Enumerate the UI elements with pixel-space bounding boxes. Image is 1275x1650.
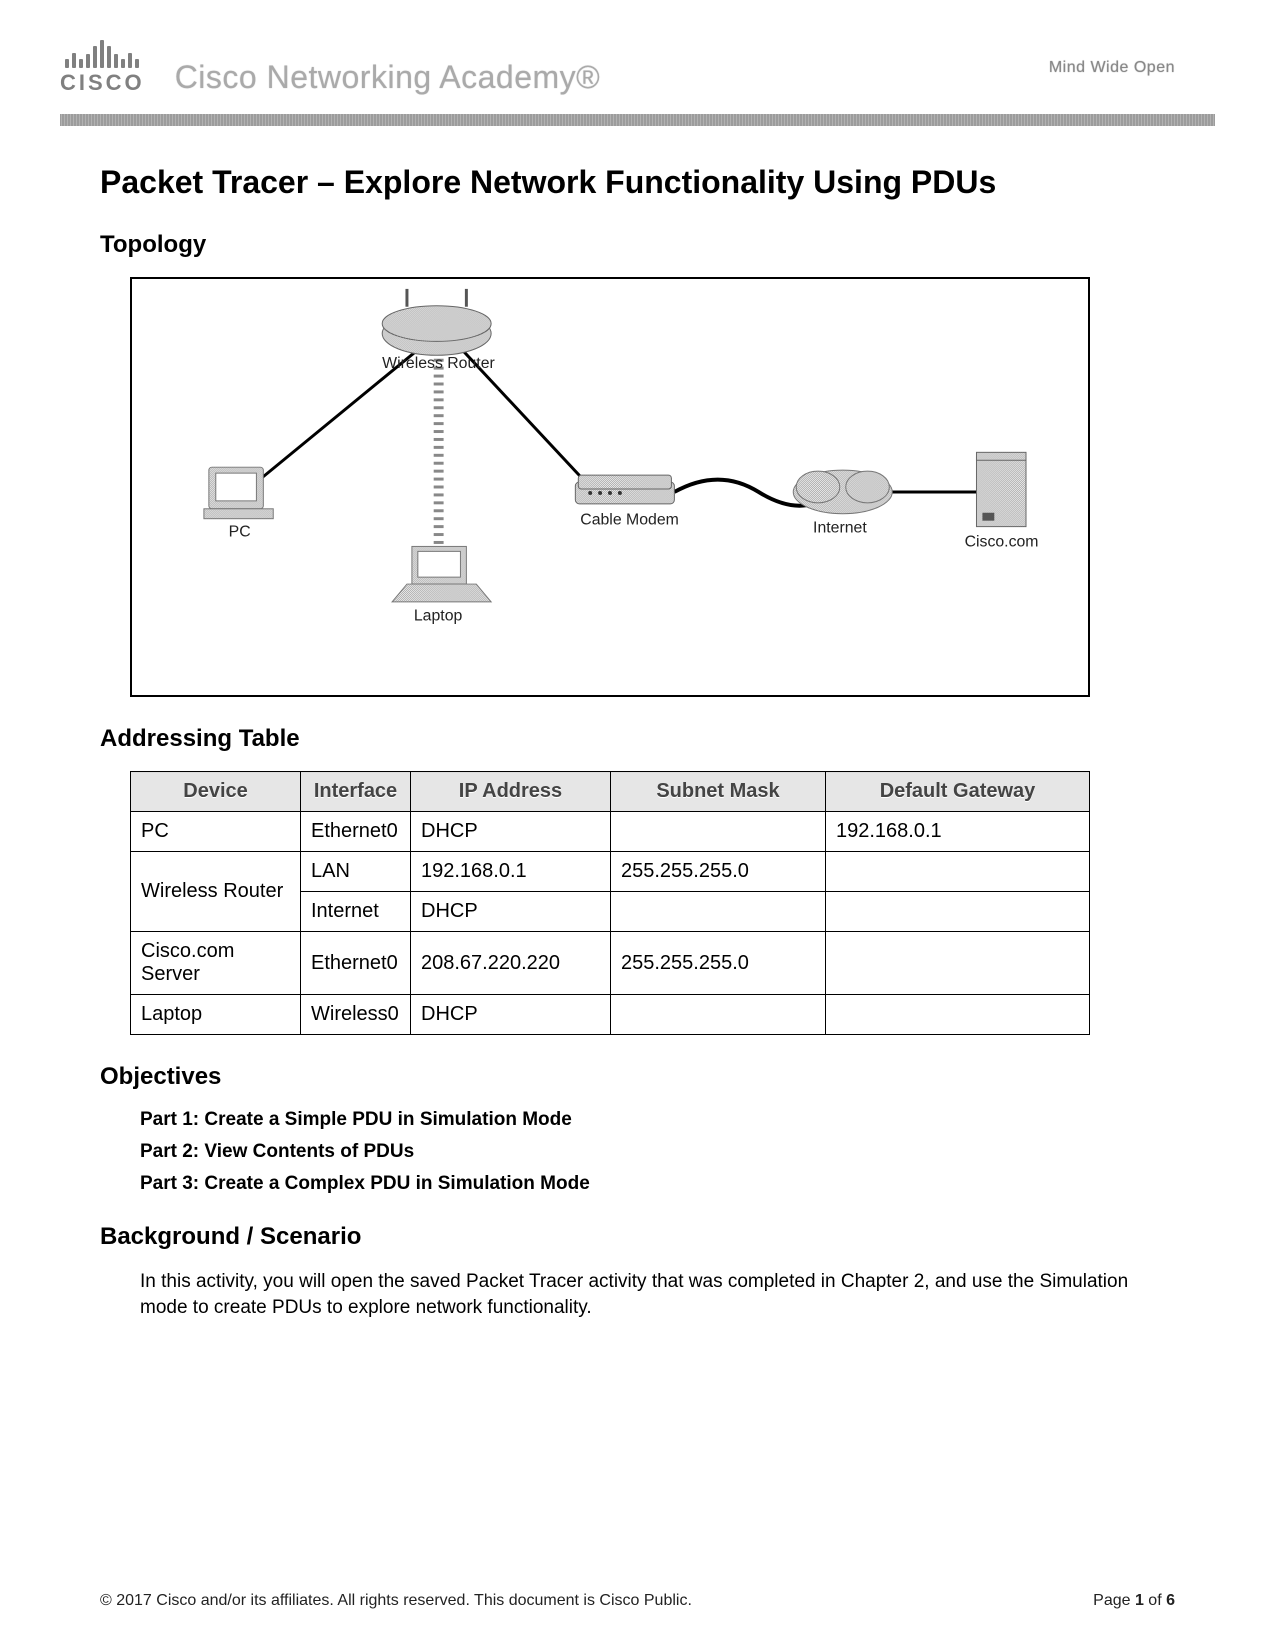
table-row: PC Ethernet0 DHCP 192.168.0.1 (131, 812, 1090, 852)
background-text: In this activity, you will open the save… (140, 1269, 1175, 1320)
cell-device: PC (131, 812, 301, 852)
objective-item: Part 1: Create a Simple PDU in Simulatio… (140, 1109, 1175, 1131)
modem-label: Cable Modem (580, 512, 679, 529)
cell-mask: 255.255.255.0 (611, 852, 826, 892)
cell-ip: 192.168.0.1 (411, 852, 611, 892)
page-number: Page 1 of 6 (1093, 1592, 1175, 1610)
cell-device: Cisco.com Server (131, 932, 301, 995)
cell-gw (826, 852, 1090, 892)
header-divider (60, 114, 1215, 126)
cell-gw (826, 892, 1090, 932)
cell-ip: 208.67.220.220 (411, 932, 611, 995)
page-header: CISCO Cisco Networking Academy® Mind Wid… (0, 0, 1275, 106)
cell-iface: Ethernet0 (301, 812, 411, 852)
cell-mask (611, 812, 826, 852)
laptop-label: Laptop (414, 608, 463, 625)
table-row: Wireless Router LAN 192.168.0.1 255.255.… (131, 852, 1090, 892)
cell-mask (611, 995, 826, 1035)
cell-iface: LAN (301, 852, 411, 892)
col-ip: IP Address (411, 772, 611, 812)
cell-mask: 255.255.255.0 (611, 932, 826, 995)
section-topology: Topology (100, 231, 1175, 259)
col-mask: Subnet Mask (611, 772, 826, 812)
addressing-table: Device Interface IP Address Subnet Mask … (130, 771, 1090, 1035)
pc-icon: PC (204, 467, 273, 540)
tagline: Mind Wide Open (1049, 59, 1175, 77)
laptop-icon: Laptop (392, 546, 491, 624)
cell-iface: Ethernet0 (301, 932, 411, 995)
header-left: CISCO Cisco Networking Academy® (60, 40, 600, 96)
internet-label: Internet (813, 520, 867, 537)
topology-svg: Wireless Router PC Laptop (132, 279, 1088, 695)
cell-ip: DHCP (411, 995, 611, 1035)
cisco-logo-text: CISCO (60, 70, 145, 96)
cell-ip: DHCP (411, 892, 611, 932)
cell-mask (611, 892, 826, 932)
router-icon: Wireless Router (382, 289, 495, 372)
cell-ip: DHCP (411, 812, 611, 852)
page-footer: © 2017 Cisco and/or its affiliates. All … (0, 1592, 1275, 1610)
section-background: Background / Scenario (100, 1223, 1175, 1251)
pc-label: PC (229, 524, 251, 541)
table-row: Laptop Wireless0 DHCP (131, 995, 1090, 1035)
cisco-logo-bars-icon (65, 40, 139, 68)
cell-iface: Wireless0 (301, 995, 411, 1035)
cell-device: Wireless Router (131, 852, 301, 932)
col-gateway: Default Gateway (826, 772, 1090, 812)
cell-gw (826, 995, 1090, 1035)
academy-title: Cisco Networking Academy® (175, 59, 601, 96)
modem-icon: Cable Modem (575, 475, 678, 529)
content: Packet Tracer – Explore Network Function… (0, 126, 1275, 1320)
section-objectives: Objectives (100, 1063, 1175, 1091)
cell-gw (826, 932, 1090, 995)
router-label: Wireless Router (382, 355, 495, 372)
page-title: Packet Tracer – Explore Network Function… (100, 164, 1175, 201)
objectives-list: Part 1: Create a Simple PDU in Simulatio… (140, 1109, 1175, 1195)
cell-device: Laptop (131, 995, 301, 1035)
copyright: © 2017 Cisco and/or its affiliates. All … (100, 1592, 692, 1610)
col-interface: Interface (301, 772, 411, 812)
cisco-logo: CISCO (60, 40, 145, 96)
cell-iface: Internet (301, 892, 411, 932)
server-icon: Cisco.com (965, 452, 1039, 550)
internet-icon: Internet (793, 470, 892, 536)
table-row: Cisco.com Server Ethernet0 208.67.220.22… (131, 932, 1090, 995)
col-device: Device (131, 772, 301, 812)
server-label: Cisco.com (965, 533, 1039, 550)
topology-diagram: Wireless Router PC Laptop (130, 277, 1090, 697)
table-header-row: Device Interface IP Address Subnet Mask … (131, 772, 1090, 812)
cell-gw: 192.168.0.1 (826, 812, 1090, 852)
section-addressing: Addressing Table (100, 725, 1175, 753)
objective-item: Part 3: Create a Complex PDU in Simulati… (140, 1173, 1175, 1195)
objective-item: Part 2: View Contents of PDUs (140, 1141, 1175, 1163)
